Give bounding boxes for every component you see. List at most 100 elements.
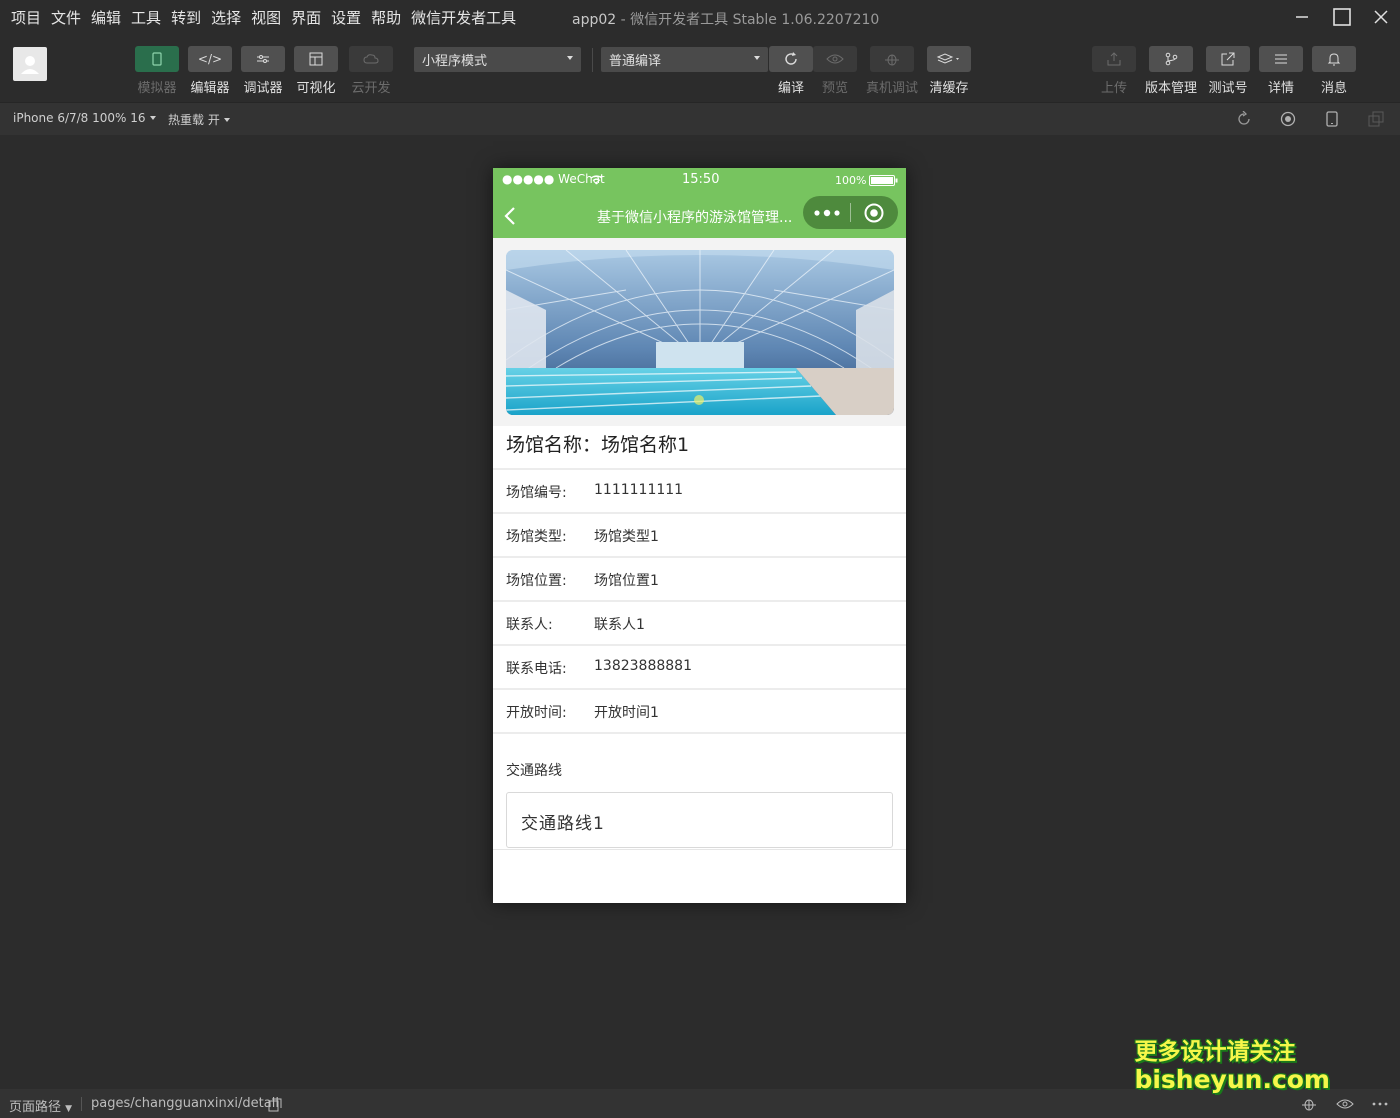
back-arrow-icon[interactable] xyxy=(503,206,517,226)
watermark: 更多设计请关注 bisheyun.com xyxy=(1134,1038,1330,1094)
avatar[interactable] xyxy=(13,47,47,81)
cloud-icon xyxy=(349,46,393,72)
record-icon[interactable] xyxy=(1280,111,1296,127)
messages-button[interactable]: 消息 xyxy=(1311,46,1357,96)
field-label: 场馆编号: xyxy=(506,485,567,501)
hot-reload-value: 热重载 开 xyxy=(168,113,220,127)
window-title: app02 - 微信开发者工具 Stable 1.06.2207210 xyxy=(572,9,879,29)
route-value: 交通路线1 xyxy=(521,814,605,834)
info-row-type: 场馆类型: 场馆类型1 xyxy=(493,512,906,556)
editor-label: 编辑器 xyxy=(190,81,230,96)
toolbar: 模拟器 </> 编辑器 调试器 可视化 云开发 小程序模式 普通编译 编译 预览… xyxy=(0,34,1400,102)
close-miniprogram-icon[interactable] xyxy=(863,202,885,224)
visual-button[interactable]: 可视化 xyxy=(293,46,339,96)
clear-cache-button[interactable]: 清缓存 xyxy=(926,46,972,96)
field-label: 联系电话: xyxy=(506,661,567,677)
preview-button[interactable]: 预览 xyxy=(812,46,858,96)
menu-project[interactable]: 项目 xyxy=(6,7,46,28)
device-select-value: iPhone 6/7/8 100% 16 xyxy=(13,111,146,125)
chevron-down-icon xyxy=(149,116,156,120)
upload-button[interactable]: 上传 xyxy=(1091,46,1137,96)
page-path-toggle[interactable]: 页面路径 ▼ xyxy=(9,1096,72,1115)
details-button[interactable]: 详情 xyxy=(1258,46,1304,96)
cloud-label: 云开发 xyxy=(351,81,391,96)
compile-select[interactable]: 普通编译 xyxy=(601,47,768,72)
field-label: 开放时间: xyxy=(506,705,567,721)
menu-interface[interactable]: 界面 xyxy=(286,7,326,28)
simulator-button[interactable]: 模拟器 xyxy=(134,46,180,96)
more-icon[interactable] xyxy=(1372,1102,1388,1106)
menu-tools[interactable]: 工具 xyxy=(126,7,166,28)
menu-view[interactable]: 视图 xyxy=(246,7,286,28)
clear-cache-label: 清缓存 xyxy=(929,81,969,96)
field-label: 联系人: xyxy=(506,617,553,633)
field-value: 场馆位置1 xyxy=(594,573,659,589)
popout-icon[interactable] xyxy=(1368,111,1384,127)
code-icon: </> xyxy=(188,46,232,72)
eye-icon xyxy=(813,46,857,72)
sliders-icon xyxy=(241,46,285,72)
menu-help[interactable]: 帮助 xyxy=(366,7,406,28)
route-textarea[interactable]: 交通路线1 xyxy=(506,792,893,848)
compile-select-value: 普通编译 xyxy=(609,54,662,69)
rotate-icon[interactable] xyxy=(1236,111,1252,127)
bell-icon xyxy=(1312,46,1356,72)
eye-icon[interactable] xyxy=(1336,1098,1354,1110)
copy-icon[interactable] xyxy=(268,1098,282,1112)
close-window-button[interactable] xyxy=(1368,4,1394,30)
version-label: 版本管理 xyxy=(1145,81,1198,96)
menu-file[interactable]: 文件 xyxy=(46,7,86,28)
phone-icon xyxy=(135,46,179,72)
info-row-location: 场馆位置: 场馆位置1 xyxy=(493,556,906,600)
debugger-button[interactable]: 调试器 xyxy=(240,46,286,96)
wifi-icon xyxy=(590,175,603,185)
page-path: pages/changguanxinxi/detail xyxy=(91,1096,279,1111)
version-button[interactable]: 版本管理 xyxy=(1145,46,1198,96)
maximize-button[interactable] xyxy=(1329,4,1355,30)
watermark-line1: 更多设计请关注 xyxy=(1134,1039,1296,1065)
field-value: 13823888881 xyxy=(594,658,692,674)
status-divider xyxy=(81,1097,82,1111)
test-account-label: 测试号 xyxy=(1208,81,1248,96)
simulator-label: 模拟器 xyxy=(137,81,177,96)
more-dots-icon[interactable] xyxy=(814,208,840,218)
remote-debug-button[interactable]: 真机调试 xyxy=(866,46,919,96)
compile-button[interactable]: 编译 xyxy=(768,46,814,96)
menu-lines-icon xyxy=(1259,46,1303,72)
chevron-down-icon: ▼ xyxy=(65,1104,73,1114)
mode-select-value: 小程序模式 xyxy=(422,54,488,69)
upload-label: 上传 xyxy=(1100,81,1127,96)
cloud-button[interactable]: 云开发 xyxy=(348,46,394,96)
mode-select[interactable]: 小程序模式 xyxy=(414,47,581,72)
external-link-icon xyxy=(1206,46,1250,72)
menu-goto[interactable]: 转到 xyxy=(166,7,206,28)
menu-settings[interactable]: 设置 xyxy=(326,7,366,28)
bug-icon xyxy=(870,46,914,72)
watermark-line2: bisheyun.com xyxy=(1134,1065,1330,1094)
preview-label: 预览 xyxy=(821,81,848,96)
swimming-pool-image xyxy=(506,250,894,415)
venue-photo[interactable] xyxy=(506,250,894,415)
page-path-label: 页面路径 xyxy=(9,1100,62,1115)
minimize-button[interactable] xyxy=(1289,4,1315,30)
device-select[interactable]: iPhone 6/7/8 100% 16 xyxy=(13,111,156,125)
menu-devtools[interactable]: 微信开发者工具 xyxy=(406,7,521,28)
branch-icon xyxy=(1149,46,1193,72)
test-account-button[interactable]: 测试号 xyxy=(1205,46,1251,96)
phone-frame-icon[interactable] xyxy=(1324,111,1340,127)
menu-edit[interactable]: 编辑 xyxy=(86,7,126,28)
debugger-label: 调试器 xyxy=(243,81,283,96)
toolbar-divider xyxy=(592,48,593,72)
chevron-down-icon xyxy=(223,118,230,122)
hot-reload-select[interactable]: 热重载 开 xyxy=(168,111,230,128)
user-icon xyxy=(21,56,39,74)
window-title-rest: - 微信开发者工具 Stable 1.06.2207210 xyxy=(616,12,880,28)
remote-debug-label: 真机调试 xyxy=(866,81,919,96)
window-title-app: app02 xyxy=(572,12,617,28)
info-row-contact: 联系人: 联系人1 xyxy=(493,600,906,644)
editor-button[interactable]: </> 编辑器 xyxy=(187,46,233,96)
compile-label: 编译 xyxy=(777,81,804,96)
menu-select[interactable]: 选择 xyxy=(206,7,246,28)
maximize-icon xyxy=(1333,8,1351,26)
bug-icon[interactable] xyxy=(1300,1096,1318,1112)
